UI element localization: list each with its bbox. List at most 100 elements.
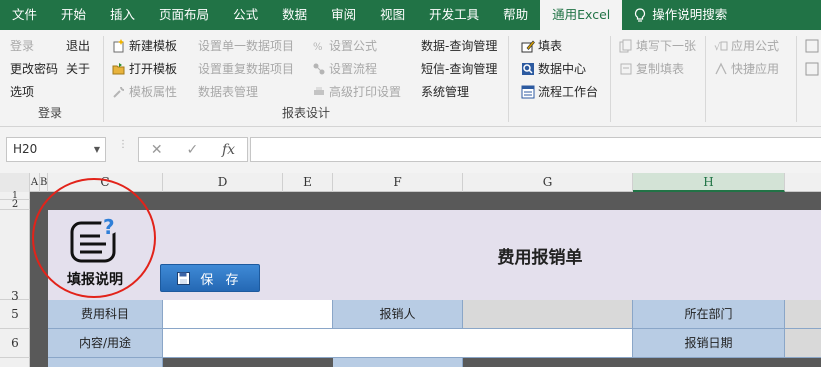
fill-next-button[interactable]: 填写下一张 <box>619 35 696 57</box>
apply-formula-icon: √ <box>714 41 728 53</box>
about-button[interactable]: 关于 <box>66 58 90 80</box>
row-header-2[interactable]: 2 <box>0 200 30 210</box>
floppy-disk-icon <box>177 271 191 285</box>
tab-file[interactable]: 文件 <box>0 0 49 30</box>
quick-apply-icon <box>715 62 727 75</box>
name-box[interactable]: H20 ▼ <box>6 137 106 162</box>
column-header-b[interactable]: B <box>40 173 48 192</box>
cancel-icon[interactable]: ✕ <box>151 142 163 158</box>
data-center-icon <box>522 63 534 75</box>
formula-bar: H20 ▼ ⋮ ✕ ✓ fx <box>0 127 821 173</box>
set-flow-button[interactable]: 设置流程 <box>312 58 377 80</box>
print-settings-label: 高级打印设置 <box>329 85 402 99</box>
column-header-a[interactable]: A <box>30 173 40 192</box>
row-header-5[interactable]: 5 <box>0 300 30 329</box>
set-formula-label: 设置公式 <box>329 39 378 53</box>
group-label-login: 登录 <box>38 106 63 120</box>
fill-pencil-icon <box>521 40 535 53</box>
select-all-corner[interactable] <box>0 173 30 192</box>
print-settings-button[interactable]: 高级打印设置 <box>312 81 401 103</box>
tab-formulas[interactable]: 公式 <box>221 0 270 30</box>
annotation-circle <box>32 178 156 298</box>
set-single-item-button[interactable]: 设置单一数据项目 <box>198 35 294 57</box>
set-repeat-item-button[interactable]: 设置重复数据项目 <box>198 58 294 80</box>
template-props-button[interactable]: 模板属性 <box>112 81 177 103</box>
workflow-icon <box>521 85 535 99</box>
printer-icon <box>314 87 324 95</box>
tell-me-search[interactable]: 操作说明搜索 <box>622 0 739 30</box>
tools-icon <box>113 86 125 98</box>
row-header-6[interactable]: 6 <box>0 329 30 358</box>
group-separator <box>705 36 706 122</box>
logout-button[interactable]: 退出 <box>66 35 90 57</box>
label-next-row <box>48 358 163 367</box>
data-center-label: 数据中心 <box>538 62 587 76</box>
more-icon[interactable] <box>805 39 819 53</box>
group-separator <box>610 36 611 122</box>
sms-query-button[interactable]: 短信-查询管理 <box>421 58 497 80</box>
label-purpose: 内容/用途 <box>48 329 163 358</box>
row-header-3[interactable]: 3 <box>0 210 30 303</box>
svg-text:√: √ <box>714 42 721 53</box>
workflow-bench-button[interactable]: 流程工作台 <box>521 81 598 103</box>
table-manage-button[interactable]: 数据表管理 <box>198 81 258 103</box>
tab-home[interactable]: 开始 <box>49 0 98 30</box>
label-claimant: 报销人 <box>333 300 463 329</box>
set-flow-label: 设置流程 <box>329 62 378 76</box>
data-center-button[interactable]: 数据中心 <box>521 58 586 80</box>
label-next-row <box>333 358 463 367</box>
quick-apply-button[interactable]: 快捷应用 <box>714 58 779 80</box>
expense-category-input[interactable] <box>163 300 333 329</box>
formula-input[interactable] <box>250 137 821 162</box>
ribbon: 登录 退出 更改密码 关于 选项 登录 新建模板 打开模板 模板属性 设置单一数… <box>0 30 821 127</box>
insert-function-icon[interactable]: fx <box>222 142 235 158</box>
set-formula-button[interactable]: % 设置公式 <box>312 35 377 57</box>
claim-date-input[interactable] <box>785 329 821 358</box>
system-manage-button[interactable]: 系统管理 <box>421 81 469 103</box>
change-password-button[interactable]: 更改密码 <box>10 58 58 80</box>
login-button[interactable]: 登录 <box>10 35 34 57</box>
data-query-button[interactable]: 数据-查询管理 <box>421 35 497 57</box>
tab-insert[interactable]: 插入 <box>98 0 147 30</box>
splitter-handle[interactable]: ⋮ <box>118 140 128 150</box>
tab-help[interactable]: 帮助 <box>491 0 540 30</box>
new-template-label: 新建模板 <box>129 39 178 53</box>
options-button[interactable]: 选项 <box>10 81 34 103</box>
chevron-down-icon[interactable]: ▼ <box>94 138 100 161</box>
column-header-next[interactable] <box>785 173 821 192</box>
check-icon[interactable]: ✓ <box>186 142 198 158</box>
apply-formula-button[interactable]: √ 应用公式 <box>714 35 779 57</box>
department-input[interactable] <box>785 300 821 329</box>
tab-review[interactable]: 审阅 <box>319 0 368 30</box>
open-folder-icon <box>112 63 125 75</box>
group-separator <box>796 36 797 122</box>
group-separator <box>103 36 104 122</box>
copy-fill-button[interactable]: 复制填表 <box>619 58 684 80</box>
new-template-button[interactable]: 新建模板 <box>112 35 177 57</box>
formula-buttons: ✕ ✓ fx <box>138 137 248 162</box>
column-header-g[interactable]: G <box>463 173 633 192</box>
open-template-button[interactable]: 打开模板 <box>112 58 177 80</box>
copy-fill-label: 复制填表 <box>636 62 685 76</box>
column-header-d[interactable]: D <box>163 173 283 192</box>
tab-data[interactable]: 数据 <box>270 0 319 30</box>
form-title: 费用报销单 <box>497 248 583 268</box>
column-header-h[interactable]: H <box>633 173 785 192</box>
column-header-f[interactable]: F <box>333 173 463 192</box>
new-template-icon <box>113 39 124 53</box>
tab-page-layout[interactable]: 页面布局 <box>147 0 221 30</box>
ribbon-tab-bar: 文件 开始 插入 页面布局 公式 数据 审阅 视图 开发工具 帮助 通用Exce… <box>0 0 821 30</box>
group-label-report-design: 报表设计 <box>282 106 331 120</box>
fill-next-label: 填写下一张 <box>636 39 697 53</box>
label-expense-category: 费用科目 <box>48 300 163 329</box>
purpose-input[interactable] <box>163 329 633 358</box>
fill-form-button[interactable]: 填表 <box>521 35 562 57</box>
lightbulb-icon <box>635 7 646 22</box>
tab-view[interactable]: 视图 <box>368 0 417 30</box>
column-header-e[interactable]: E <box>283 173 333 192</box>
more-icon[interactable] <box>805 62 819 76</box>
claimant-input[interactable] <box>463 300 633 329</box>
tab-general-excel[interactable]: 通用Excel <box>540 0 623 30</box>
tab-developer[interactable]: 开发工具 <box>417 0 491 30</box>
save-button[interactable]: 保 存 <box>160 264 260 292</box>
